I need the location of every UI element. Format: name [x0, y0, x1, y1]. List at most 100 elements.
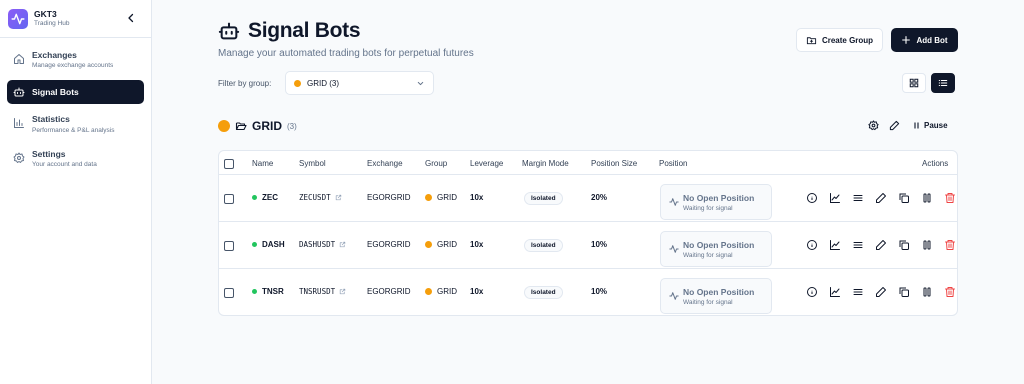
sidebar-item-exchanges[interactable]: Exchanges Manage exchange accounts: [7, 46, 144, 74]
edit-icon[interactable]: [875, 286, 887, 298]
chart-line-icon[interactable]: [829, 239, 841, 251]
chart-icon: [14, 118, 24, 129]
home-icon: [14, 54, 24, 64]
bot-name: DASH: [252, 240, 285, 249]
grid-view-button[interactable]: [902, 73, 926, 93]
plus-icon: [902, 36, 911, 44]
status-dot: [252, 195, 257, 200]
bot-icon: [218, 22, 240, 40]
collapse-sidebar-icon[interactable]: [125, 12, 137, 24]
create-group-button[interactable]: Create Group: [796, 28, 883, 52]
status-dot: [252, 242, 257, 247]
group-color-dot: [425, 241, 432, 248]
menu-icon[interactable]: [852, 239, 864, 251]
status-dot: [252, 289, 257, 294]
bot-leverage: 10x: [470, 287, 484, 296]
chart-line-icon[interactable]: [829, 286, 841, 298]
bot-name-text: TNSR: [262, 287, 284, 296]
margin-mode-badge: Isolated: [524, 192, 563, 205]
group-text: GRID: [437, 240, 457, 249]
sidebar-item-statistics[interactable]: Statistics Performance & P&L analysis: [7, 110, 144, 138]
trash-icon[interactable]: [944, 286, 956, 298]
sidebar-item-label: Statistics: [32, 114, 70, 125]
position-subtitle: Waiting for signal: [683, 299, 733, 306]
group-color-dot: [218, 120, 230, 132]
header-name: Name: [252, 159, 274, 168]
sidebar-item-settings[interactable]: Settings Your account and data: [7, 145, 144, 173]
external-link-icon: [339, 288, 346, 295]
list-icon: [938, 80, 948, 86]
symbol-text: DASHUSDT: [299, 240, 336, 249]
bot-leverage: 10x: [470, 193, 484, 202]
table-row[interactable]: DASH DASHUSDT EGORGRID GRID 10x Isolated…: [219, 222, 957, 269]
info-icon[interactable]: [806, 192, 818, 204]
bot-exchange: EGORGRID: [367, 240, 411, 249]
bot-symbol[interactable]: ZECUSDT: [299, 193, 342, 202]
position-title: No Open Position: [683, 193, 755, 203]
edit-icon[interactable]: [875, 192, 887, 204]
external-link-icon: [339, 241, 346, 248]
pause-icon[interactable]: [921, 192, 933, 204]
pause-icon[interactable]: [921, 286, 933, 298]
sidebar-item-signal-bots[interactable]: Signal Bots: [7, 80, 144, 105]
header-group: Group: [425, 159, 448, 168]
header-actions: Actions: [922, 159, 949, 168]
position-title: No Open Position: [683, 240, 755, 250]
page-subtitle: Manage your automated trading bots for p…: [218, 48, 474, 59]
gear-icon[interactable]: [868, 120, 879, 131]
position-status: No Open Position Waiting for signal: [660, 231, 772, 267]
bot-name: TNSR: [252, 287, 284, 296]
bot-position-size: 10%: [591, 240, 608, 249]
create-group-label: Create Group: [821, 35, 874, 45]
grid-icon: [909, 78, 919, 88]
bot-exchange: EGORGRID: [367, 287, 411, 296]
brand: GKT3 Trading Hub: [0, 0, 151, 38]
row-checkbox[interactable]: [224, 241, 234, 251]
chart-line-icon[interactable]: [829, 192, 841, 204]
page-title: Signal Bots: [248, 19, 361, 42]
folder-plus-icon: [806, 36, 817, 44]
brand-subtitle: Trading Hub: [34, 19, 70, 27]
group-filter-select[interactable]: GRID (3): [285, 71, 434, 95]
bot-group: GRID: [425, 287, 457, 296]
sidebar-item-label: Signal Bots: [32, 86, 79, 97]
bot-group: GRID: [425, 193, 457, 202]
activity-icon: [669, 292, 679, 300]
table-row[interactable]: ZEC ZECUSDT EGORGRID GRID 10x Isolated 2…: [219, 175, 957, 222]
header-leverage: Leverage: [470, 159, 504, 168]
copy-icon[interactable]: [898, 192, 910, 204]
pause-label: Pause: [924, 121, 948, 130]
bot-symbol[interactable]: DASHUSDT: [299, 240, 346, 249]
position-status: No Open Position Waiting for signal: [660, 184, 772, 220]
pause-group-button[interactable]: Pause: [912, 121, 948, 130]
group-text: GRID: [437, 287, 457, 296]
pause-icon[interactable]: [921, 239, 933, 251]
copy-icon[interactable]: [898, 239, 910, 251]
copy-icon[interactable]: [898, 286, 910, 298]
bot-position-size: 10%: [591, 287, 608, 296]
trash-icon[interactable]: [944, 192, 956, 204]
menu-icon[interactable]: [852, 286, 864, 298]
table-row[interactable]: TNSR TNSRUSDT EGORGRID GRID 10x Isolated…: [219, 269, 957, 315]
row-actions: [806, 192, 957, 204]
menu-icon[interactable]: [852, 192, 864, 204]
list-view-button[interactable]: [931, 73, 955, 93]
chevron-down-icon: [417, 81, 424, 85]
brand-name: GKT3: [34, 9, 57, 19]
activity-icon: [669, 245, 679, 253]
group-color-dot: [425, 288, 432, 295]
edit-icon[interactable]: [875, 239, 887, 251]
edit-icon[interactable]: [889, 120, 900, 131]
row-checkbox[interactable]: [224, 194, 234, 204]
select-all-checkbox[interactable]: [224, 159, 234, 169]
bot-exchange: EGORGRID: [367, 193, 411, 202]
margin-mode-badge: Isolated: [524, 286, 563, 299]
table-body: ZEC ZECUSDT EGORGRID GRID 10x Isolated 2…: [219, 175, 957, 315]
bot-symbol[interactable]: TNSRUSDT: [299, 287, 346, 296]
row-checkbox[interactable]: [224, 288, 234, 298]
info-icon[interactable]: [806, 239, 818, 251]
add-bot-button[interactable]: Add Bot: [891, 28, 958, 52]
trash-icon[interactable]: [944, 239, 956, 251]
info-icon[interactable]: [806, 286, 818, 298]
folder-open-icon: [235, 122, 247, 131]
